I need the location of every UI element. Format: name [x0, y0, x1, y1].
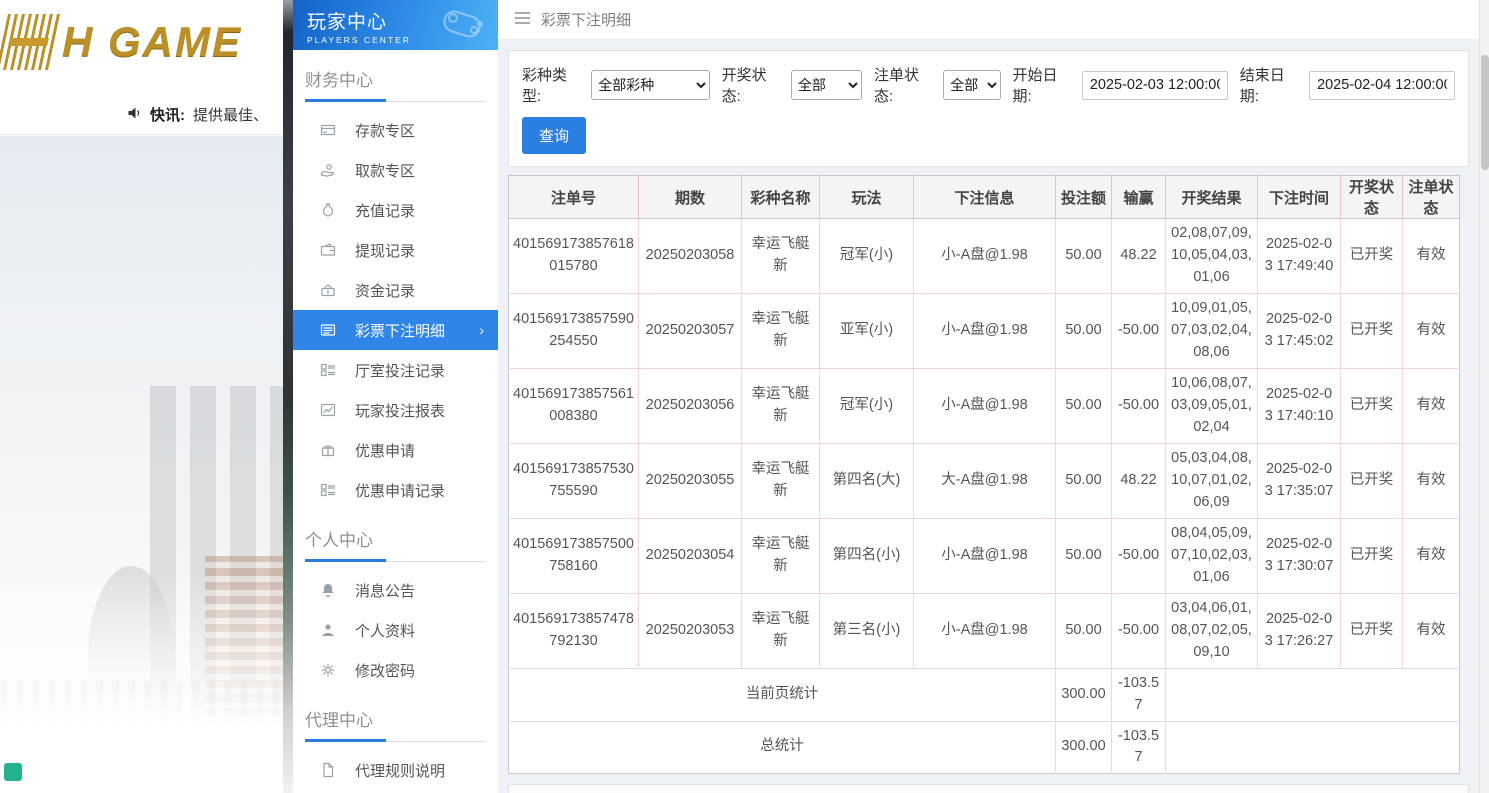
- col-lottery-name: 彩种名称: [741, 175, 820, 219]
- hamburger-menu-icon[interactable]: [514, 11, 531, 29]
- customer-service-button[interactable]: [4, 763, 22, 781]
- bet-status-label: 注单状态:: [873, 67, 919, 105]
- sidebar-item-change-password[interactable]: 修改密码: [293, 650, 498, 690]
- city-background-image: [0, 136, 283, 793]
- start-date-label: 开始日期:: [1012, 67, 1058, 105]
- lottery-type-select[interactable]: 全部彩种: [591, 70, 710, 100]
- report-chart-icon: [320, 402, 336, 418]
- col-order-no: 注单号: [508, 175, 639, 219]
- section-divider: [305, 739, 486, 742]
- hand-coin-icon: [320, 162, 336, 178]
- col-period: 期数: [638, 175, 742, 219]
- sidebar-item-messages[interactable]: 消息公告: [293, 570, 498, 610]
- page-title: 彩票下注明细: [541, 12, 632, 29]
- sidebar-item-promo-apply[interactable]: 优惠申请: [293, 430, 498, 470]
- sidebar-item-withdraw-zone[interactable]: 取款专区: [293, 150, 498, 190]
- sidebar-item-lottery-bet-details[interactable]: 彩票下注明细 ›: [293, 310, 498, 350]
- gift-icon: [320, 442, 336, 458]
- bet-details-table: 注单号 期数 彩种名称 玩法 下注信息 投注额 输赢 开奖结果 下注时间 开奖状…: [508, 175, 1460, 774]
- section-divider: [305, 99, 486, 102]
- scrollbar-thumb[interactable]: [1481, 55, 1489, 170]
- ticker-text: 提供最佳、: [193, 107, 269, 124]
- main-content: 彩种类型: 全部彩种 开奖状态: 全部 注单状态: 全部 开始日期: 结束日期:…: [498, 40, 1479, 793]
- table-row: 401569173857590254550 20250203057 幸运飞艇新 亚军(…: [508, 293, 1460, 369]
- pagination-bar: 每页显示20条 共6条 首页 上一页 [1] 下一页 第 页 跳转: [508, 784, 1469, 793]
- table-row: 401569173857530755590 20250203055 幸运飞艇新 第四名…: [508, 443, 1460, 519]
- sidebar-item-profile[interactable]: 个人资料: [293, 610, 498, 650]
- site-header: H GAME: [0, 0, 283, 95]
- sidebar-item-withdrawal-record[interactable]: 提现记录: [293, 230, 498, 270]
- person-icon: [320, 622, 336, 638]
- col-amount: 投注额: [1055, 175, 1112, 219]
- sidebar-item-player-bet-report[interactable]: 玩家投注报表: [293, 390, 498, 430]
- personal-menu: 消息公告 个人资料 修改密码: [293, 562, 498, 690]
- col-bet-status: 注单状态: [1402, 175, 1460, 219]
- chevron-right-icon: ›: [479, 322, 484, 338]
- draw-status-label: 开奖状态:: [721, 67, 767, 105]
- document-icon: [320, 762, 336, 778]
- wallet-icon: [320, 242, 336, 258]
- sidebar: 玩家中心 PLAYERS CENTER 财务中心 存款专区 取款专区 充值记录 …: [293, 0, 498, 793]
- col-draw-status: 开奖状态: [1340, 175, 1403, 219]
- agent-menu: 代理规则说明 代理团队统计: [293, 742, 498, 793]
- sidebar-item-recharge-record[interactable]: 充值记录: [293, 190, 498, 230]
- col-winloss: 输赢: [1111, 175, 1166, 219]
- section-title-agent: 代理中心: [305, 711, 373, 730]
- gear-icon: [320, 662, 336, 678]
- sidebar-item-room-bet-record[interactable]: 厅室投注记录: [293, 350, 498, 390]
- ticker-label: 快讯:: [150, 107, 185, 124]
- end-date-label: 结束日期:: [1239, 67, 1285, 105]
- sidebar-item-funds-record[interactable]: 资金记录: [293, 270, 498, 310]
- col-time: 下注时间: [1257, 175, 1341, 219]
- room-list-icon: [320, 362, 336, 378]
- main-area: 彩票下注明细 彩种类型: 全部彩种 开奖状态: 全部 注单状态: 全部 开始日期…: [498, 0, 1479, 793]
- bet-detail-list-icon: [320, 322, 336, 338]
- search-button[interactable]: 查询: [522, 117, 587, 154]
- page-summary-row: 当前页统计 300.00 -103.57: [508, 668, 1460, 721]
- section-title-personal: 个人中心: [305, 531, 373, 550]
- table-row: 401569173857618015780 20250203058 幸运飞艇新 冠军(…: [508, 218, 1460, 294]
- table-row: 401569173857500758160 20250203054 幸运飞艇新 第四名…: [508, 518, 1460, 594]
- speaker-icon: [126, 105, 142, 125]
- sidebar-item-deposit-zone[interactable]: 存款专区: [293, 110, 498, 150]
- page-summary-label: 当前页统计: [508, 668, 1056, 721]
- col-result: 开奖结果: [1165, 175, 1258, 219]
- total-summary-row: 总统计 300.00 -103.57: [508, 720, 1460, 774]
- vertical-scrollbar[interactable]: [1479, 0, 1489, 793]
- record-list-icon: [320, 482, 336, 498]
- logo-text: H GAME: [62, 18, 242, 65]
- bell-icon: [320, 582, 336, 598]
- filter-panel: 彩种类型: 全部彩种 开奖状态: 全部 注单状态: 全部 开始日期: 结束日期:…: [508, 50, 1469, 167]
- site-logo: H GAME: [0, 14, 242, 70]
- section-divider: [305, 559, 486, 562]
- sidebar-item-promo-apply-record[interactable]: 优惠申请记录: [293, 470, 498, 510]
- bet-status-select[interactable]: 全部: [943, 70, 1001, 100]
- news-ticker: 快讯: 提供最佳、: [0, 95, 283, 135]
- table-header-row: 注单号 期数 彩种名称 玩法 下注信息 投注额 输赢 开奖结果 下注时间 开奖状…: [508, 175, 1460, 219]
- table-row: 401569173857561008380 20250203056 幸运飞艇新 冠军(…: [508, 368, 1460, 444]
- left-background-region: H GAME 快讯: 提供最佳、: [0, 0, 283, 793]
- sidebar-header: 玩家中心 PLAYERS CENTER: [293, 0, 498, 50]
- purse-icon: [320, 282, 336, 298]
- col-play: 玩法: [819, 175, 914, 219]
- start-date-input[interactable]: [1081, 70, 1228, 100]
- total-summary-label: 总统计: [508, 720, 1056, 774]
- draw-status-select[interactable]: 全部: [790, 70, 862, 100]
- col-bet-info: 下注信息: [913, 175, 1056, 219]
- background-edge-strip: [283, 0, 293, 793]
- finance-menu: 存款专区 取款专区 充值记录 提现记录 资金记录 彩票下注明细 › 厅室投注记录: [293, 102, 498, 510]
- section-title-finance: 财务中心: [305, 71, 373, 90]
- end-date-input[interactable]: [1309, 70, 1456, 100]
- table-row: 401569173857478792130 20250203053 幸运飞艇新 第三名…: [508, 593, 1460, 669]
- bank-card-icon: [320, 122, 336, 138]
- gamepad-icon: [436, 4, 488, 50]
- logo-stripes-icon: [0, 14, 62, 70]
- sidebar-item-agent-rules[interactable]: 代理规则说明: [293, 750, 498, 790]
- main-header: 彩票下注明细: [498, 0, 1479, 40]
- lottery-type-label: 彩种类型:: [522, 67, 568, 105]
- money-bag-icon: [320, 202, 336, 218]
